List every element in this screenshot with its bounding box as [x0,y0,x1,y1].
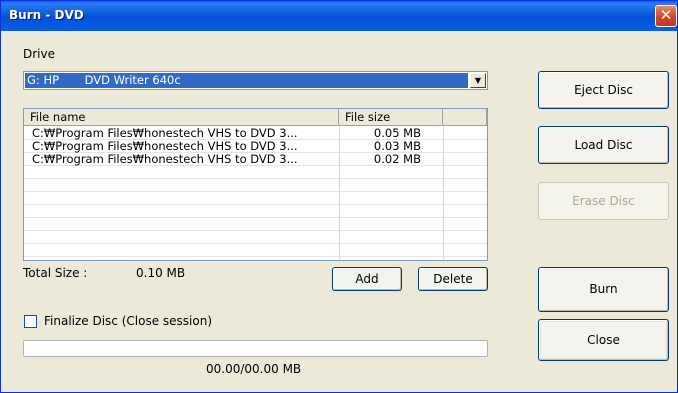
total-size-value: 0.10 MB [136,266,186,280]
grid-line [24,230,487,231]
progress-text: 00.00/00.00 MB [206,362,302,376]
grid-line [24,204,487,205]
total-size-label: Total Size : [23,266,88,280]
close-button[interactable]: Close [538,319,669,361]
finalize-disc-label[interactable]: Finalize Disc (Close session) [44,314,212,328]
burn-button[interactable]: Burn [538,267,669,312]
burn-progress-bar [23,340,488,357]
file-list-header: File name File size [24,109,487,126]
column-header-file-name[interactable]: File name [24,109,339,126]
delete-button[interactable]: Delete [418,267,488,291]
file-list[interactable]: File name File size C:₩Program Files₩hon… [23,108,488,261]
column-header-blank [443,109,487,126]
title-bar[interactable]: Burn - DVD ✕ [1,1,677,31]
finalize-disc-checkbox[interactable] [24,315,37,328]
grid-line [24,217,487,218]
load-disc-button[interactable]: Load Disc [538,126,669,164]
file-name-cell: C:₩Program Files₩honestech VHS to DVD 3.… [32,127,298,140]
table-row[interactable]: C:₩Program Files₩honestech VHS to DVD 3.… [24,153,487,166]
column-header-file-size[interactable]: File size [339,109,443,126]
close-window-icon[interactable]: ✕ [655,5,677,27]
grid-line [24,256,487,257]
file-name-cell: C:₩Program Files₩honestech VHS to DVD 3.… [32,153,298,166]
erase-disc-button[interactable]: Erase Disc [538,182,669,220]
eject-disc-button[interactable]: Eject Disc [538,71,669,109]
drive-label: Drive [23,47,55,61]
chevron-down-icon[interactable]: ▼ [470,73,486,88]
grid-line [24,243,487,244]
add-button[interactable]: Add [332,267,402,291]
file-size-cell: 0.02 MB [373,152,421,166]
drive-selected-value: G: HP DVD Writer 640c [25,73,468,88]
file-name-cell: C:₩Program Files₩honestech VHS to DVD 3.… [32,140,298,153]
grid-line [24,191,487,192]
burn-dvd-dialog: Burn - DVD ✕ Drive G: HP DVD Writer 640c… [0,0,678,393]
drive-select[interactable]: G: HP DVD Writer 640c ▼ [23,71,488,90]
window-title: Burn - DVD [9,8,84,22]
grid-line [24,178,487,179]
